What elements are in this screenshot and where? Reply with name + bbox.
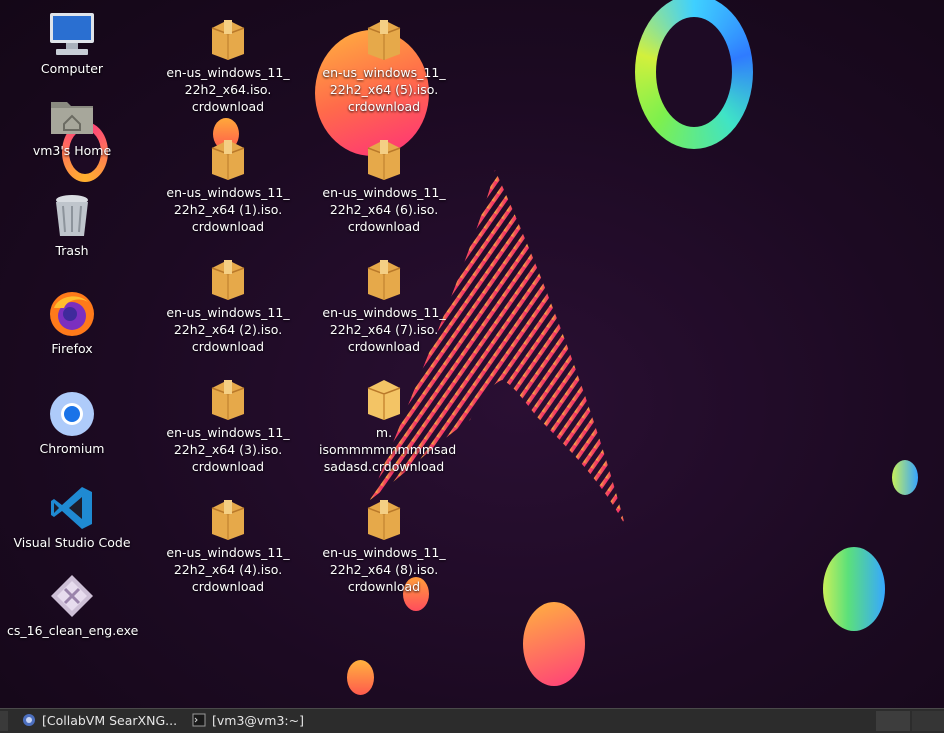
desktop-file-icon[interactable]: en-us_windows_11_ 22h2_x64 (4).iso. crdo…	[163, 494, 293, 595]
desktop-file-label: en-us_windows_11_ 22h2_x64 (4).iso. crdo…	[166, 545, 290, 594]
taskbar-task-browser[interactable]: [CollabVM SearXNG...	[18, 711, 190, 731]
desktop-icon-chromium[interactable]: Chromium	[7, 390, 137, 457]
desktop-icon-vscode[interactable]: Visual Studio Code	[7, 484, 137, 551]
package-icon	[367, 140, 401, 180]
taskbar-tray-button[interactable]	[876, 711, 910, 731]
desktop-file-label: en-us_windows_11_ 22h2_x64.iso. crdownlo…	[166, 65, 290, 114]
desktop-file-icon[interactable]: en-us_windows_11_ 22h2_x64 (5).iso. crdo…	[319, 14, 449, 115]
desktop-icon-computer[interactable]: Computer	[7, 10, 137, 77]
wallpaper-ring	[635, 0, 753, 149]
taskbar-tray-button[interactable]	[912, 711, 944, 731]
desktop-file-icon[interactable]: en-us_windows_11_ 22h2_x64 (8).iso. crdo…	[319, 494, 449, 595]
desktop-icon-firefox[interactable]: Firefox	[7, 290, 137, 357]
wallpaper-blob	[523, 602, 585, 686]
taskbar-task-label: [CollabVM SearXNG...	[42, 713, 178, 728]
wallpaper-blob	[347, 660, 374, 695]
taskbar-edge-button[interactable]	[0, 711, 8, 731]
desktop-file-icon[interactable]: en-us_windows_11_ 22h2_x64 (6).iso. crdo…	[319, 134, 449, 235]
desktop-icon-label: Chromium	[39, 441, 105, 456]
wallpaper-green-blob	[892, 460, 918, 495]
desktop-file-icon[interactable]: en-us_windows_11_ 22h2_x64 (7).iso. crdo…	[319, 254, 449, 355]
package-icon	[211, 140, 245, 180]
desktop-file-label: en-us_windows_11_ 22h2_x64 (3).iso. crdo…	[166, 425, 290, 474]
desktop-file-label: m. isommmmmmmmsad sadasd.crdownload	[319, 425, 457, 474]
package-icon	[367, 380, 401, 420]
desktop-icon-label: cs_16_clean_eng.exe	[7, 623, 139, 638]
package-icon	[211, 260, 245, 300]
desktop-icon-label: Visual Studio Code	[13, 535, 131, 550]
desktop-file-icon[interactable]: m. isommmmmmmmsad sadasd.crdownload	[319, 374, 457, 475]
browser-icon	[23, 714, 35, 726]
desktop-icon-label: Trash	[55, 243, 89, 258]
desktop-file-label: en-us_windows_11_ 22h2_x64 (2).iso. crdo…	[166, 305, 290, 354]
desktop-icon-exe[interactable]: cs_16_clean_eng.exe	[7, 572, 139, 639]
taskbar: [CollabVM SearXNG... [vm3@vm3:~]	[0, 708, 944, 733]
desktop-file-label: en-us_windows_11_ 22h2_x64 (8).iso. crdo…	[322, 545, 446, 594]
vscode-icon	[51, 487, 92, 529]
trash-icon	[56, 195, 88, 236]
desktop-icon-trash[interactable]: Trash	[7, 192, 137, 259]
package-icon	[367, 500, 401, 540]
desktop-icon-label: Firefox	[51, 341, 93, 356]
firefox-icon	[50, 292, 94, 336]
exe-file-icon	[51, 575, 93, 617]
home-folder-icon	[51, 102, 93, 134]
desktop-file-label: en-us_windows_11_ 22h2_x64 (7).iso. crdo…	[322, 305, 446, 354]
desktop-file-icon[interactable]: en-us_windows_11_ 22h2_x64.iso. crdownlo…	[163, 14, 293, 115]
desktop-file-icon[interactable]: en-us_windows_11_ 22h2_x64 (3).iso. crdo…	[163, 374, 293, 475]
desktop-file-label: en-us_windows_11_ 22h2_x64 (1).iso. crdo…	[166, 185, 290, 234]
desktop-icon-label: vm3's Home	[32, 143, 112, 158]
desktop-icon-label: Computer	[40, 61, 104, 76]
wallpaper-green-blob	[823, 547, 885, 631]
package-icon	[367, 20, 401, 60]
desktop-file-icon[interactable]: en-us_windows_11_ 22h2_x64 (1).iso. crdo…	[163, 134, 293, 235]
taskbar-task-terminal[interactable]: [vm3@vm3:~]	[188, 711, 392, 731]
package-icon	[211, 380, 245, 420]
desktop-icon-home[interactable]: vm3's Home	[7, 92, 137, 159]
chromium-icon	[50, 392, 94, 436]
package-icon	[211, 20, 245, 60]
desktop-file-label: en-us_windows_11_ 22h2_x64 (5).iso. crdo…	[322, 65, 446, 114]
desktop-file-icon[interactable]: en-us_windows_11_ 22h2_x64 (2).iso. crdo…	[163, 254, 293, 355]
terminal-icon	[192, 713, 206, 727]
desktop-file-label: en-us_windows_11_ 22h2_x64 (6).iso. crdo…	[322, 185, 446, 234]
taskbar-task-label: [vm3@vm3:~]	[212, 713, 304, 728]
package-icon	[211, 500, 245, 540]
computer-icon	[50, 13, 94, 55]
package-icon	[367, 260, 401, 300]
